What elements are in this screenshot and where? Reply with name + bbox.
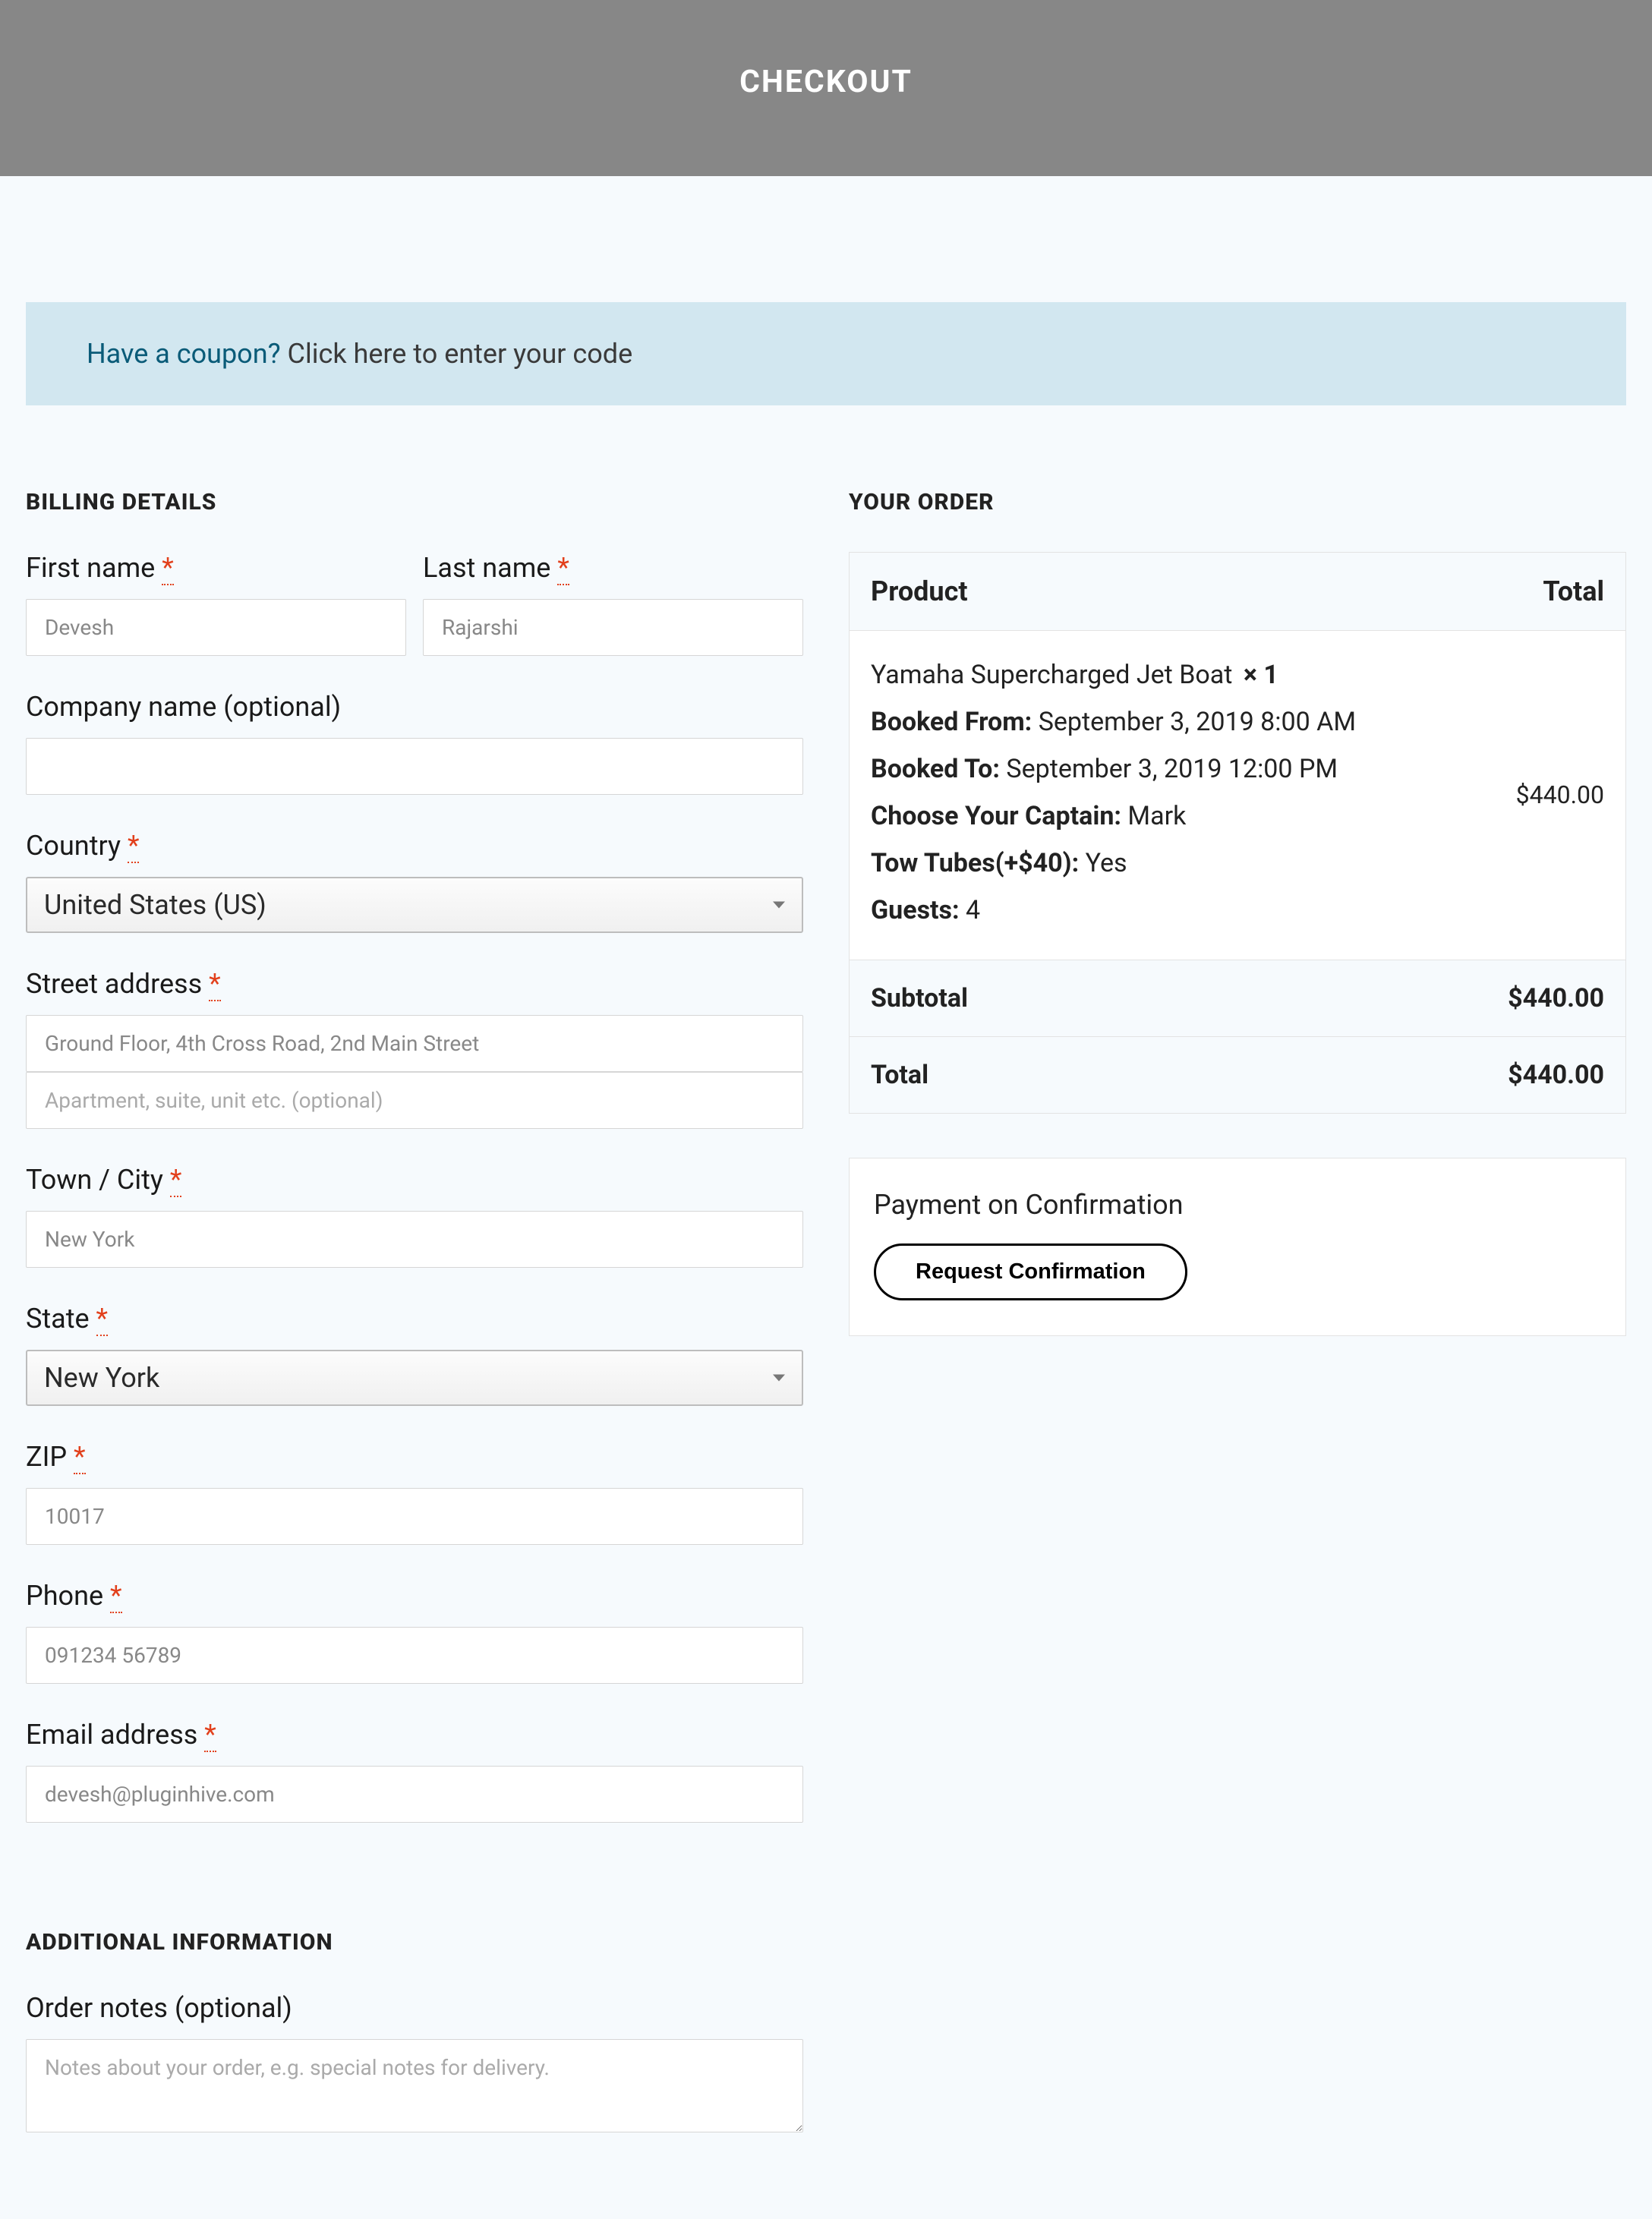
order-notes-textarea[interactable] bbox=[26, 2039, 803, 2132]
first-name-input[interactable] bbox=[26, 599, 406, 656]
country-label: Country * bbox=[26, 830, 803, 862]
payment-title: Payment on Confirmation bbox=[874, 1189, 1601, 1221]
page-header: CHECKOUT bbox=[0, 0, 1652, 176]
last-name-input[interactable] bbox=[423, 599, 803, 656]
order-notes-label: Order notes (optional) bbox=[26, 1992, 803, 2024]
coupon-prompt: Click here to enter your code bbox=[281, 338, 633, 370]
total-label: Total bbox=[871, 1060, 928, 1090]
request-confirmation-button[interactable]: Request Confirmation bbox=[874, 1243, 1187, 1300]
additional-heading: ADDITIONAL INFORMATION bbox=[26, 1929, 803, 1956]
zip-input[interactable] bbox=[26, 1488, 803, 1545]
country-select[interactable]: United States (US) bbox=[26, 877, 803, 933]
payment-box: Payment on Confirmation Request Confirma… bbox=[849, 1158, 1626, 1336]
email-input[interactable] bbox=[26, 1766, 803, 1823]
street-label: Street address * bbox=[26, 968, 803, 1000]
city-input[interactable] bbox=[26, 1211, 803, 1268]
order-head-product: Product bbox=[871, 575, 968, 607]
phone-label: Phone * bbox=[26, 1580, 803, 1612]
total-value: $440.00 bbox=[1508, 1060, 1604, 1090]
company-input[interactable] bbox=[26, 738, 803, 795]
order-summary-table: Product Total Yamaha Supercharged Jet Bo… bbox=[849, 552, 1626, 1114]
subtotal-value: $440.00 bbox=[1508, 983, 1604, 1013]
street-address-2-input[interactable] bbox=[26, 1072, 803, 1129]
zip-label: ZIP * bbox=[26, 1441, 803, 1473]
state-label: State * bbox=[26, 1303, 803, 1335]
phone-input[interactable] bbox=[26, 1627, 803, 1684]
order-line-total: $440.00 bbox=[1516, 780, 1604, 809]
coupon-link[interactable]: Have a coupon? bbox=[87, 338, 281, 370]
last-name-label: Last name * bbox=[423, 552, 803, 584]
page-title: CHECKOUT bbox=[739, 64, 913, 100]
state-select[interactable]: New York bbox=[26, 1350, 803, 1406]
subtotal-label: Subtotal bbox=[871, 983, 968, 1013]
order-heading: YOUR ORDER bbox=[849, 489, 1626, 515]
first-name-label: First name * bbox=[26, 552, 406, 584]
order-product-details: Yamaha Supercharged Jet Boat × 1 Booked … bbox=[871, 654, 1356, 937]
city-label: Town / City * bbox=[26, 1164, 803, 1196]
company-label: Company name (optional) bbox=[26, 691, 803, 723]
coupon-notice[interactable]: Have a coupon? Click here to enter your … bbox=[26, 302, 1626, 405]
order-head-total: Total bbox=[1543, 575, 1604, 607]
billing-heading: BILLING DETAILS bbox=[26, 489, 803, 515]
email-label: Email address * bbox=[26, 1719, 803, 1751]
street-address-1-input[interactable] bbox=[26, 1015, 803, 1072]
